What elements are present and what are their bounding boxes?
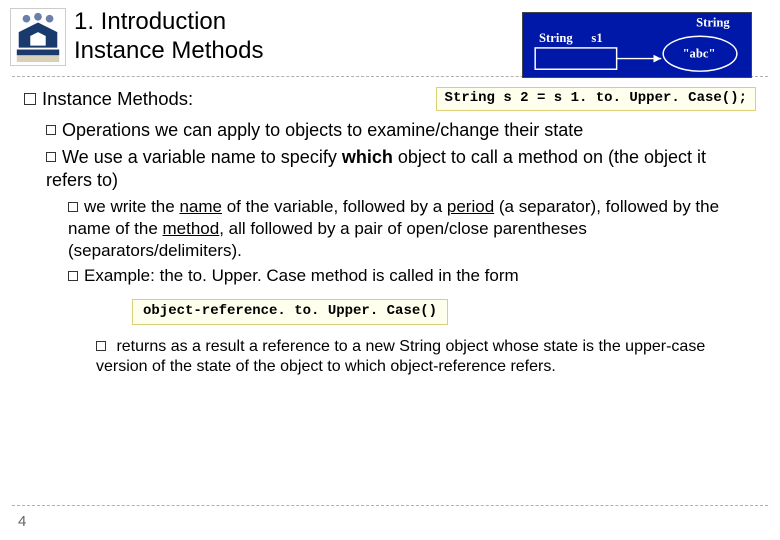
slide-content: Instance Methods: String s 2 = s 1. to. … [0, 87, 780, 378]
slide-header: 1. Introduction Instance Methods String … [0, 0, 780, 72]
page-number: 4 [18, 513, 26, 530]
bullet-we-use: We use a variable name to specify which … [46, 146, 756, 192]
divider-bottom [12, 505, 768, 506]
bullet-box-icon [68, 202, 78, 212]
section-heading-text: Instance Methods: [42, 88, 193, 109]
bullet-example: Example: the to. Upper. Case method is c… [68, 265, 756, 287]
bullet-box-icon [24, 93, 36, 105]
diagram-label-value: "abc" [683, 47, 716, 61]
section-heading-row: Instance Methods: String s 2 = s 1. to. … [24, 87, 756, 111]
bullet-we-write: we write the name of the variable, follo… [68, 196, 756, 261]
bullet-box-icon [96, 341, 106, 351]
code-snippet-1: String s 2 = s 1. to. Upper. Case(); [436, 87, 756, 111]
code-snippet-2: object-reference. to. Upper. Case() [132, 299, 448, 325]
section-heading: Instance Methods: [24, 87, 193, 111]
bullet-box-icon [68, 271, 78, 281]
diagram-label-type: String [539, 31, 573, 45]
diagram-label-string-top: String [696, 16, 730, 30]
bullet-returns: returns as a result a reference to a new… [96, 337, 756, 378]
diagram-label-var: s1 [591, 31, 602, 45]
bullet-box-icon [46, 125, 56, 135]
object-diagram: String s1 String "abc" [522, 12, 752, 78]
bullet-operations: Operations we can apply to objects to ex… [46, 119, 756, 142]
university-logo [10, 8, 66, 66]
bullet-box-icon [46, 152, 56, 162]
